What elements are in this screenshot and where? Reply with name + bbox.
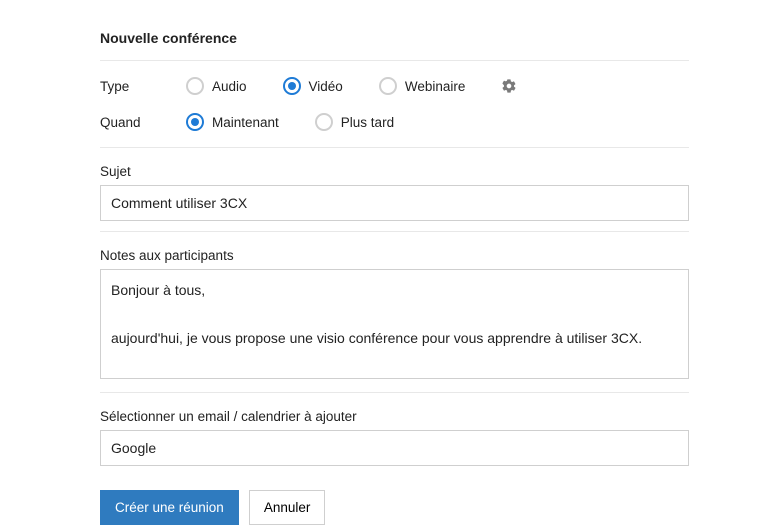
notes-textarea[interactable] (100, 269, 689, 379)
subject-input[interactable] (100, 185, 689, 221)
type-audio-label: Audio (212, 79, 247, 94)
type-label: Type (100, 79, 150, 94)
type-webinar-radio[interactable]: Webinaire (379, 77, 466, 95)
when-later-radio[interactable]: Plus tard (315, 113, 394, 131)
when-now-radio[interactable]: Maintenant (186, 113, 279, 131)
notes-label: Notes aux participants (100, 248, 689, 263)
when-now-label: Maintenant (212, 115, 279, 130)
type-video-radio[interactable]: Vidéo (283, 77, 343, 95)
new-conference-panel: Nouvelle conférence Type Audio Vidéo Web… (100, 20, 689, 525)
page-title: Nouvelle conférence (100, 20, 689, 60)
gear-icon[interactable] (501, 78, 517, 94)
calendar-select[interactable]: Google (100, 430, 689, 466)
subject-section: Sujet (100, 147, 689, 231)
when-label: Quand (100, 115, 150, 130)
notes-section: Notes aux participants (100, 231, 689, 392)
when-later-label: Plus tard (341, 115, 394, 130)
calendar-section: Sélectionner un email / calendrier à ajo… (100, 392, 689, 476)
cancel-button[interactable]: Annuler (249, 490, 326, 525)
when-row: Quand Maintenant Plus tard (100, 113, 689, 131)
button-row: Créer une réunion Annuler (100, 490, 689, 525)
create-meeting-button[interactable]: Créer une réunion (100, 490, 239, 525)
type-audio-radio[interactable]: Audio (186, 77, 247, 95)
type-webinar-label: Webinaire (405, 79, 466, 94)
subject-label: Sujet (100, 164, 689, 179)
type-row: Type Audio Vidéo Webinaire (100, 77, 689, 95)
type-video-label: Vidéo (309, 79, 343, 94)
type-when-section: Type Audio Vidéo Webinaire Quand (100, 60, 689, 147)
calendar-label: Sélectionner un email / calendrier à ajo… (100, 409, 689, 424)
